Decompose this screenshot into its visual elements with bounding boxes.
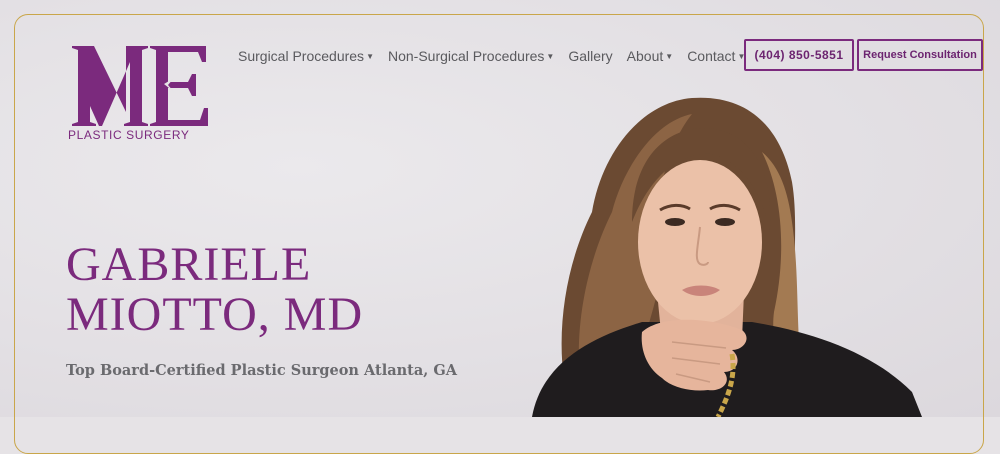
phone-button[interactable]: (404) 850-5851 xyxy=(744,39,854,71)
logo-subtitle: PLASTIC SURGERY xyxy=(68,128,190,142)
nav-item-gallery[interactable]: Gallery xyxy=(568,47,612,65)
nav-label: Gallery xyxy=(568,48,613,64)
hero-title-line1: GABRIELE xyxy=(66,238,312,291)
nav-label: Contact xyxy=(687,48,736,64)
nav-label: About xyxy=(626,48,664,64)
caret-down-icon: ▼ xyxy=(546,51,555,61)
hero-title-line2: MIOTTO, MD xyxy=(66,288,364,341)
nav-label: Surgical Procedures xyxy=(238,48,365,64)
main-nav: Surgical Procedures ▼ Non-Surgical Proce… xyxy=(238,47,759,65)
caret-down-icon: ▼ xyxy=(366,51,374,61)
nav-item-surgical-procedures[interactable]: Surgical Procedures ▼ xyxy=(238,47,374,65)
logo-monogram xyxy=(72,46,208,126)
caret-down-icon: ▼ xyxy=(665,51,674,61)
nav-item-contact[interactable]: Contact ▼ xyxy=(687,47,745,65)
doctor-portrait-image xyxy=(532,97,922,417)
hero-subtitle: Top Board-Certified Plastic Surgeon Atla… xyxy=(66,362,457,379)
site-logo[interactable]: PLASTIC SURGERY xyxy=(68,40,210,144)
request-consultation-button[interactable]: Request Consultation xyxy=(857,39,983,71)
hero-title: GABRIELE MIOTTO, MD xyxy=(66,240,363,340)
nav-label: Non-Surgical Procedures xyxy=(387,48,545,64)
nav-item-about[interactable]: About ▼ xyxy=(627,47,674,65)
nav-item-non-surgical-procedures[interactable]: Non-Surgical Procedures ▼ xyxy=(388,47,554,65)
